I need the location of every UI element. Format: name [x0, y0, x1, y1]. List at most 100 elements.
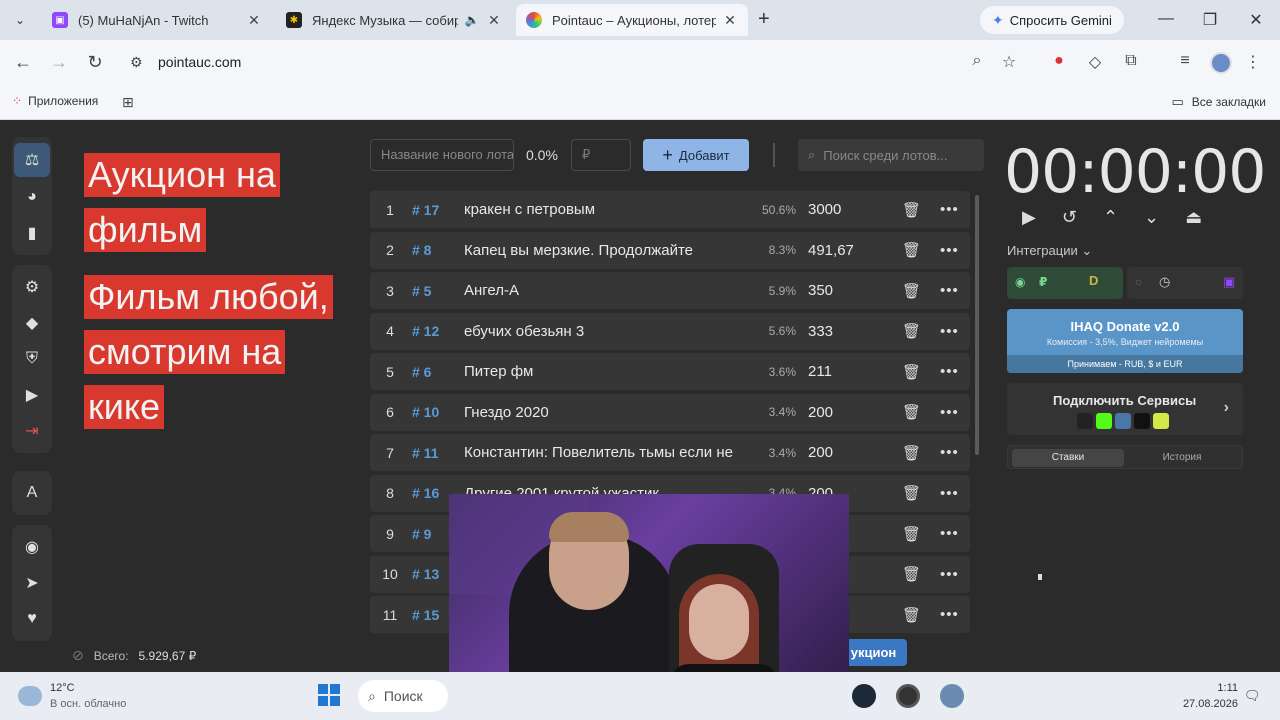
lot-name[interactable]: Питер фм: [464, 363, 744, 380]
taskbar-search[interactable]: ⌕ Поиск: [358, 680, 448, 712]
more-options-icon[interactable]: •••: [940, 485, 959, 502]
tab-yandex-music[interactable]: ✱ Яндекс Музыка — собира 🔈 ✕: [276, 4, 512, 36]
lot-amount[interactable]: 200: [808, 444, 833, 461]
lot-row[interactable]: 2 # 8 Капец вы мерзкие. Продолжайте 8.3% 491…: [370, 231, 970, 269]
integrations-toggle[interactable]: Интеграции ⌄: [1007, 243, 1092, 259]
telegram-icon[interactable]: ➤: [12, 565, 52, 601]
donate-hand-icon[interactable]: ♥: [12, 601, 52, 637]
connect-services[interactable]: Подключить Сервисы ›: [1007, 383, 1243, 435]
trash-icon[interactable]: 🗑: [902, 484, 921, 502]
layers-icon[interactable]: ◆: [12, 305, 52, 341]
chevron-down-icon[interactable]: ⌄: [1144, 207, 1159, 228]
play-icon[interactable]: ▶: [1022, 207, 1036, 228]
more-options-icon[interactable]: •••: [940, 363, 959, 380]
obs-icon[interactable]: [896, 684, 920, 708]
add-lot-button[interactable]: + Добавит: [643, 139, 749, 171]
lot-amount[interactable]: 491,67: [808, 242, 854, 259]
github-icon[interactable]: ◉: [12, 529, 52, 565]
media-control-icon[interactable]: ≡: [1174, 52, 1196, 70]
lot-name[interactable]: Константин: Повелитель тьмы если не: [464, 444, 744, 461]
lot-name[interactable]: Капец вы мерзкие. Продолжайте: [464, 242, 744, 259]
extension-icon[interactable]: ◇: [1084, 52, 1106, 72]
auction-gavel-icon[interactable]: ⚖: [14, 143, 50, 177]
profile-avatar[interactable]: [1210, 52, 1232, 74]
lot-row[interactable]: 3 # 5 Ангел-А 5.9% 350 🗑 •••: [370, 272, 970, 309]
notification-icon[interactable]: 🗨: [1244, 688, 1261, 704]
trash-icon[interactable]: 🗑: [902, 525, 921, 543]
more-options-icon[interactable]: •••: [940, 606, 959, 623]
trash-icon[interactable]: 🗑: [902, 403, 921, 421]
more-options-icon[interactable]: •••: [940, 323, 959, 340]
gemini-button[interactable]: ✦ Спросить Gemini: [980, 6, 1124, 34]
more-options-icon[interactable]: •••: [940, 242, 959, 259]
reload-icon[interactable]: ↻: [84, 52, 106, 73]
lot-row[interactable]: 6 # 10 Гнездо 2020 3.4% 200 🗑 •••: [370, 393, 970, 431]
ihaq-donate-banner[interactable]: IHAQ Donate v2.0 Комиссия - 3,5%, Виджет…: [1007, 309, 1243, 373]
lot-amount[interactable]: 350: [808, 282, 833, 299]
lot-name[interactable]: Гнездо 2020: [464, 404, 744, 421]
close-icon[interactable]: ✕: [246, 12, 262, 29]
trash-icon[interactable]: 🗑: [902, 444, 921, 462]
reset-icon[interactable]: ↺: [1062, 207, 1077, 228]
steam-icon[interactable]: [852, 684, 876, 708]
bookmark-star-icon[interactable]: ☆: [998, 52, 1020, 72]
logout-icon[interactable]: ⇥: [12, 413, 52, 449]
puzzle-icon[interactable]: ⧉: [1120, 52, 1142, 70]
integration-inactive[interactable]: ○ ◷ ▣: [1127, 267, 1243, 299]
amount-input[interactable]: ₽: [571, 139, 631, 171]
menu-icon[interactable]: ⋮: [1242, 52, 1264, 72]
video-icon[interactable]: ▶: [12, 377, 52, 413]
eject-icon[interactable]: ⏏: [1185, 207, 1202, 228]
lot-name-input[interactable]: Название нового лота: [370, 139, 514, 171]
lot-amount[interactable]: 211: [808, 363, 832, 380]
start-windows-icon[interactable]: [318, 684, 340, 706]
more-options-icon[interactable]: •••: [940, 404, 959, 421]
site-settings-icon[interactable]: ⚙: [130, 54, 143, 71]
back-icon[interactable]: ←: [12, 52, 34, 73]
lot-row[interactable]: 5 # 6 Питер фм 3.6% 211 🗑 •••: [370, 353, 970, 390]
stats-icon[interactable]: ▮: [12, 215, 52, 251]
tab-pointauc[interactable]: Pointauc – Аукционы, лотереи ✕: [516, 4, 748, 36]
trash-icon[interactable]: 🗑: [902, 606, 921, 624]
more-options-icon[interactable]: •••: [940, 444, 959, 461]
settings-gear-icon[interactable]: ⚙: [12, 269, 52, 305]
lot-list-scrollbar[interactable]: [975, 195, 979, 455]
more-options-icon[interactable]: •••: [940, 282, 959, 299]
close-icon[interactable]: ✕: [722, 12, 738, 29]
more-options-icon[interactable]: •••: [940, 201, 959, 218]
shield-icon[interactable]: ⛨: [12, 341, 52, 377]
integration-active[interactable]: ◉ ₽ D: [1007, 267, 1123, 299]
trash-icon[interactable]: 🗑: [902, 363, 921, 381]
bookmark-apps[interactable]: ⁘ Приложения: [12, 94, 98, 108]
speaker-icon[interactable]: 🔈: [464, 13, 480, 27]
tab-groups-icon[interactable]: ⊞: [122, 94, 134, 111]
auction-button[interactable]: укцион: [840, 639, 907, 666]
translate-icon[interactable]: A: [12, 475, 52, 511]
wheel-icon[interactable]: ◕: [12, 179, 52, 215]
tab-twitch[interactable]: ▣ (5) MuHaNjAn - Twitch ✕: [42, 4, 272, 36]
new-tab-button[interactable]: +: [758, 8, 770, 31]
restore-button[interactable]: ❐: [1200, 10, 1220, 30]
lot-row[interactable]: 4 # 12 ебучих обезьян 3 5.6% 333 🗑 •••: [370, 312, 970, 350]
extension-badge-icon[interactable]: ●: [1048, 52, 1070, 70]
lot-name[interactable]: ебучих обезьян 3: [464, 323, 744, 340]
system-clock[interactable]: 1:11 27.08.2026: [1180, 680, 1238, 712]
address-bar[interactable]: ⚙ pointauc.com: [120, 46, 1040, 80]
close-window-button[interactable]: ✕: [1246, 10, 1266, 30]
more-options-icon[interactable]: •••: [940, 525, 959, 542]
trash-icon[interactable]: 🗑: [902, 322, 921, 340]
tab-history[interactable]: История: [1126, 449, 1238, 467]
trash-icon[interactable]: 🗑: [902, 201, 921, 219]
lot-amount[interactable]: 3000: [808, 201, 841, 218]
tab-bets[interactable]: Ставки: [1012, 449, 1124, 467]
lot-row[interactable]: 7 # 11 Константин: Повелитель тьмы если не…: [370, 434, 970, 471]
lot-name[interactable]: кракен с петровым: [464, 201, 744, 218]
lot-amount[interactable]: 333: [808, 323, 833, 340]
all-bookmarks[interactable]: ▭ Все закладки: [1172, 94, 1267, 110]
trash-icon[interactable]: 🗑: [902, 282, 921, 300]
close-icon[interactable]: ✕: [486, 12, 502, 29]
zoom-icon[interactable]: ⌕: [966, 52, 988, 70]
lot-name[interactable]: Ангел-А: [464, 282, 744, 299]
hide-eye-icon[interactable]: ⊘: [72, 647, 84, 664]
lot-row[interactable]: 1 # 17 кракен с петровым 50.6% 3000 🗑 •••: [370, 191, 970, 228]
